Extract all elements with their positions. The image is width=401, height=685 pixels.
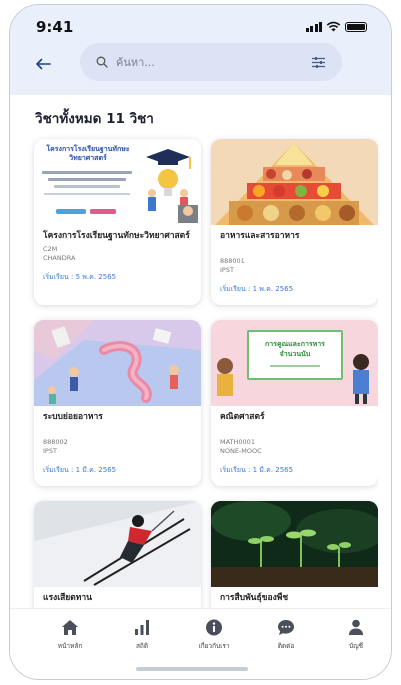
- course-card[interactable]: โครงการโรงเรียนฐานทักษะวิทยาศาสตร์ โครงก…: [34, 139, 201, 305]
- search-input[interactable]: [116, 55, 308, 69]
- nav-label: สถิติ: [135, 642, 149, 650]
- nav-label: บัญชี: [348, 642, 364, 650]
- course-code: C2M: [43, 245, 58, 253]
- course-card[interactable]: การคูณและการหารจำนวนนับ คณิตศาสตร์ MATH0…: [211, 320, 378, 486]
- status-icons: [305, 21, 367, 32]
- course-title: คณิตศาสตร์: [220, 412, 265, 422]
- course-thumbnail: โครงการโรงเรียนฐานทักษะวิทยาศาสตร์: [34, 139, 201, 225]
- status-time: 9:41: [36, 18, 74, 36]
- wifi-icon: [326, 21, 341, 32]
- thumbnail-title: โครงการโรงเรียนฐานทักษะวิทยาศาสตร์: [46, 145, 130, 162]
- home-indicator[interactable]: [136, 667, 248, 671]
- bar-chart-icon: [135, 620, 149, 635]
- nav-label: ติดต่อ: [277, 642, 295, 650]
- course-thumbnail: [211, 139, 378, 225]
- signal-icon: [305, 21, 322, 32]
- course-start-date: เริ่มเรียน : 1 พ.ค. 2565: [220, 285, 294, 293]
- course-code: MATH0001: [220, 438, 255, 446]
- skier-photo: [34, 501, 201, 587]
- nav-item-account[interactable]: บัญชี: [328, 619, 384, 651]
- course-title: แรงเสียดทาน: [43, 593, 92, 603]
- search-icon: [96, 56, 108, 68]
- course-thumbnail: [34, 501, 201, 587]
- kids-illustration: [217, 354, 369, 404]
- home-icon: [62, 620, 78, 635]
- battery-icon: [345, 21, 367, 32]
- phone-frame: 9:41 วิชาทั้งหมด 1: [9, 4, 392, 680]
- course-card[interactable]: อาหารและสารอาหาร 888001 IPST เริ่มเรียน …: [211, 139, 378, 305]
- nav-label: เกี่ยวกับเรา: [198, 642, 230, 650]
- course-provider: IPST: [220, 266, 234, 274]
- sliders-icon: [311, 56, 325, 68]
- section-title: วิชาทั้งหมด 11 วิชา: [35, 111, 154, 127]
- course-code: 888001: [220, 257, 245, 265]
- course-provider: IPST: [43, 447, 57, 455]
- search-bar[interactable]: [80, 43, 342, 81]
- course-card[interactable]: ระบบย่อยอาหาร 888002 IPST เริ่มเรียน : 1…: [34, 320, 201, 486]
- course-provider: CHANDRA: [43, 254, 76, 262]
- course-title: อาหารและสารอาหาร: [220, 231, 300, 241]
- course-start-date: เริ่มเรียน : 5 พ.ค. 2565: [43, 273, 117, 281]
- course-grid: โครงการโรงเรียนฐานทักษะวิทยาศาสตร์ โครงก…: [28, 133, 378, 608]
- back-button[interactable]: [28, 51, 58, 77]
- course-thumbnail: [34, 320, 201, 406]
- info-icon: [206, 619, 222, 636]
- graduation-illustration: [146, 149, 198, 223]
- nav-item-contact[interactable]: ติดต่อ: [258, 619, 314, 651]
- course-provider: NONE-MOOC: [220, 447, 262, 455]
- nav-label: หน้าหลัก: [57, 642, 83, 650]
- arrow-left-icon: [36, 58, 51, 70]
- nav-item-home[interactable]: หน้าหลัก: [42, 619, 98, 651]
- nav-item-stats[interactable]: สถิติ: [114, 619, 170, 651]
- course-title: การสืบพันธุ์ของพืช: [220, 593, 289, 603]
- seedlings-photo: [211, 501, 378, 587]
- course-thumbnail: [211, 501, 378, 587]
- course-card[interactable]: การสืบพันธุ์ของพืช: [211, 501, 378, 608]
- filter-button[interactable]: [308, 52, 328, 72]
- nav-item-about[interactable]: เกี่ยวกับเรา: [186, 619, 242, 651]
- course-start-date: เริ่มเรียน : 1 มี.ค. 2565: [220, 466, 294, 474]
- course-thumbnail: การคูณและการหารจำนวนนับ: [211, 320, 378, 406]
- course-title: โครงการโรงเรียนฐานทักษะวิทยาศาสตร์: [43, 231, 190, 241]
- digestive-system-illustration: [34, 320, 201, 406]
- course-code: 888002: [43, 438, 68, 446]
- user-icon: [349, 619, 363, 635]
- chat-icon: [278, 620, 294, 635]
- course-start-date: เริ่มเรียน : 1 มี.ค. 2565: [43, 466, 117, 474]
- course-card[interactable]: แรงเสียดทาน: [34, 501, 201, 608]
- food-pyramid-illustration: [215, 143, 374, 225]
- course-title: ระบบย่อยอาหาร: [43, 412, 103, 422]
